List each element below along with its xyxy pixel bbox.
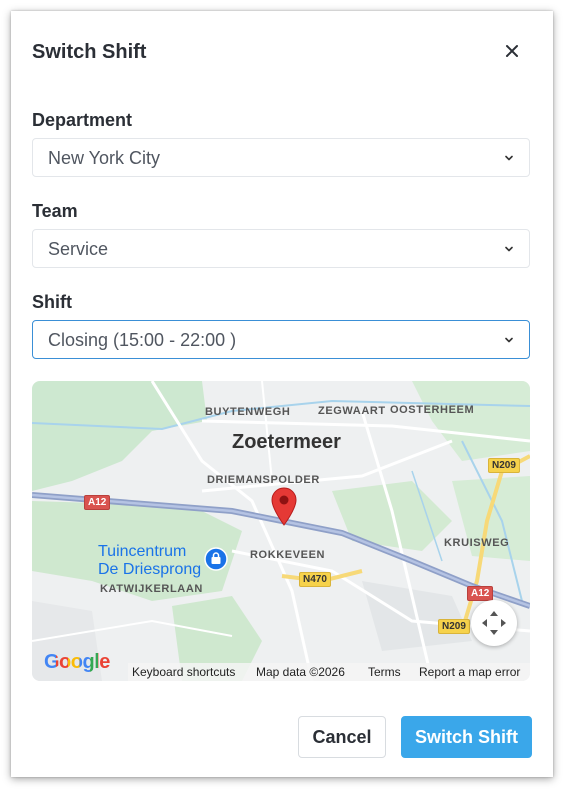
terms-link[interactable]: Terms bbox=[368, 665, 401, 679]
road-badge: N209 bbox=[438, 619, 470, 634]
map-district-label: KRUISWEG bbox=[444, 537, 510, 549]
shift-select[interactable]: Closing (15:00 - 22:00 ) bbox=[32, 320, 530, 359]
chevron-down-icon bbox=[505, 246, 513, 252]
road-badge: N209 bbox=[488, 458, 520, 473]
shift-value: Closing (15:00 - 22:00 ) bbox=[48, 330, 237, 350]
map-district-label: OOSTERHEEM bbox=[390, 404, 475, 416]
switch-shift-dialog: Switch Shift Department New York City Te… bbox=[11, 11, 553, 777]
department-label: Department bbox=[32, 110, 133, 130]
report-map-error-link[interactable]: Report a map error bbox=[419, 665, 520, 679]
location-map[interactable]: Zoetermeer BUYTENWEGH ZEGWAART OOSTERHEE… bbox=[32, 381, 530, 681]
keyboard-shortcuts-link[interactable]: Keyboard shortcuts bbox=[132, 665, 235, 679]
google-logo: Google bbox=[44, 651, 110, 673]
map-pin-icon[interactable] bbox=[271, 487, 297, 527]
map-district-label: ZEGWAART bbox=[318, 405, 386, 417]
map-background bbox=[32, 381, 530, 681]
shift-label: Shift bbox=[32, 292, 72, 312]
road-badge: A12 bbox=[84, 495, 111, 510]
map-district-label: DRIEMANSPOLDER bbox=[207, 474, 320, 486]
switch-shift-button[interactable]: Switch Shift bbox=[401, 716, 532, 758]
map-district-label: ROKKEVEEN bbox=[250, 549, 326, 561]
road-badge: A12 bbox=[467, 586, 494, 601]
map-poi-label[interactable]: Tuincentrum De Driesprong bbox=[98, 543, 201, 579]
team-select[interactable]: Service bbox=[32, 229, 530, 268]
road-badge: N470 bbox=[299, 572, 331, 587]
map-district-label: KATWIJKERLAAN bbox=[100, 583, 203, 595]
chevron-down-icon bbox=[505, 155, 513, 161]
team-label: Team bbox=[32, 201, 78, 221]
map-district-label: BUYTENWEGH bbox=[205, 406, 291, 418]
recenter-button[interactable] bbox=[471, 600, 517, 646]
move-arrows-icon bbox=[482, 611, 506, 635]
dialog-title: Switch Shift bbox=[32, 41, 147, 63]
department-select[interactable]: New York City bbox=[32, 138, 530, 177]
cancel-button[interactable]: Cancel bbox=[298, 716, 386, 758]
shopping-bag-icon[interactable] bbox=[204, 547, 228, 571]
map-city-label: Zoetermeer bbox=[232, 431, 341, 453]
map-data-label: Map data ©2026 bbox=[256, 665, 345, 679]
team-value: Service bbox=[48, 239, 109, 259]
department-value: New York City bbox=[48, 148, 161, 168]
close-icon[interactable] bbox=[502, 41, 522, 61]
chevron-down-icon bbox=[505, 337, 513, 343]
